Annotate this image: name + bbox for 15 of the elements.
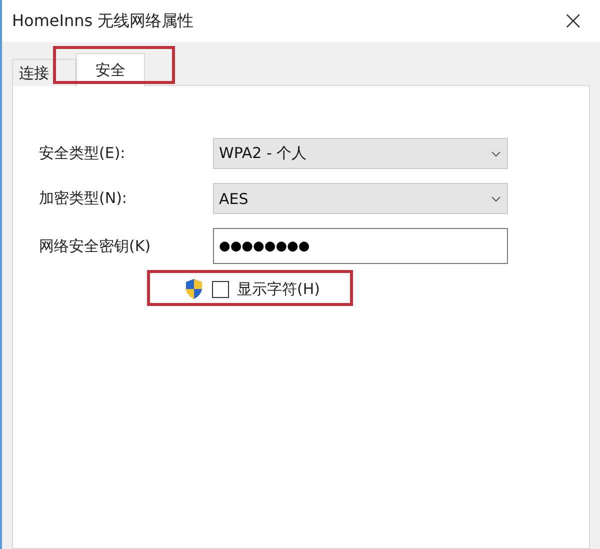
- window-title: HomeInns 无线网络属性: [12, 10, 194, 32]
- tab[interactable]: 连接: [12, 59, 76, 86]
- field-label: 网络安全密钥(K): [39, 236, 152, 256]
- close-button[interactable]: ×: [556, 6, 590, 36]
- dropdown[interactable]: WPA2 - 个人: [213, 138, 508, 169]
- checkbox[interactable]: [212, 280, 229, 298]
- shield-icon: [184, 278, 204, 300]
- dropdown[interactable]: AES: [213, 183, 508, 214]
- field-label: 加密类型(N):: [39, 189, 128, 208]
- chevron-down-icon: [491, 150, 501, 156]
- password-field[interactable]: ●●●●●●●●: [213, 228, 508, 264]
- checkbox-label: 显示字符(H): [237, 280, 320, 298]
- chevron-down-icon: [491, 196, 501, 202]
- tab[interactable]: 安全: [76, 53, 145, 86]
- field-label: 安全类型(E):: [39, 144, 126, 163]
